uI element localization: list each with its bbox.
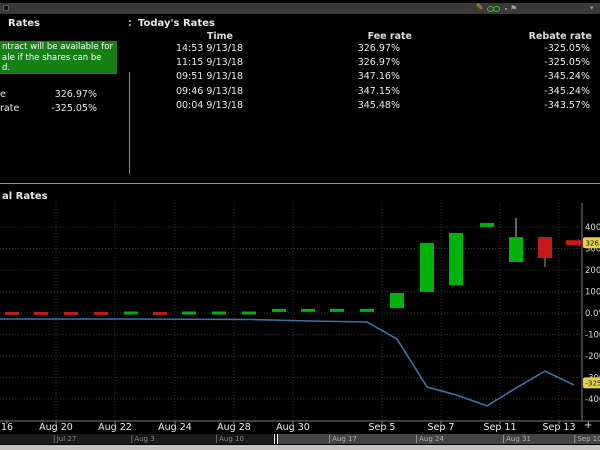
candle-body bbox=[242, 312, 256, 315]
table-cell-time: 09:51 9/13/18 bbox=[123, 71, 243, 82]
navigator-date-label: Jul 27 bbox=[54, 435, 77, 443]
x-axis-label: Aug 24 bbox=[158, 423, 192, 433]
table-cell-time: 11:15 9/13/18 bbox=[123, 57, 243, 68]
y-axis-label: 200.0% bbox=[585, 266, 600, 276]
table-cell-rebate: -345.24% bbox=[470, 71, 590, 82]
chevron-down-icon[interactable]: ▾ bbox=[590, 3, 594, 14]
candle-body bbox=[538, 237, 552, 258]
table-cell-fee: 347.16% bbox=[280, 71, 400, 82]
candle-body bbox=[272, 309, 286, 312]
candle-body bbox=[212, 312, 226, 315]
tws-window: ✎ ⚑ ▾ Rates ntract will be available for… bbox=[0, 0, 600, 450]
navigator-date-label: Aug 24 bbox=[416, 435, 444, 443]
navigator-date-label: Aug 3 bbox=[131, 435, 154, 443]
candle-body bbox=[509, 237, 523, 262]
candle-body bbox=[330, 309, 344, 312]
add-annotation-button[interactable]: + bbox=[584, 421, 592, 431]
table-cell-fee: 326.97% bbox=[280, 57, 400, 68]
x-axis-label: 16 bbox=[1, 423, 13, 433]
y-axis-label: -100.0% bbox=[585, 331, 600, 341]
candle-body bbox=[480, 223, 494, 227]
rebate-rate-value: -325.05% bbox=[0, 103, 97, 114]
historical-rates-chart[interactable]: 400.0%300.0%200.0%100.0%0.0%-100.0%-200.… bbox=[0, 203, 600, 428]
x-axis-label: Sep 11 bbox=[483, 423, 516, 433]
chart-toolbar: ✎ ⚑ ▾ bbox=[0, 3, 600, 14]
x-axis-label: Aug 30 bbox=[276, 423, 310, 433]
x-axis-label: Sep 7 bbox=[428, 423, 455, 433]
rebate-last-value-tag-text: -325.05% bbox=[586, 380, 600, 388]
x-axis-label: Sep 13 bbox=[542, 423, 575, 433]
x-axis-label: Sep 5 bbox=[369, 423, 396, 433]
x-axis-label: Aug 22 bbox=[98, 423, 132, 433]
rates-panel-title: Rates bbox=[8, 18, 40, 29]
y-axis-label: -200.0% bbox=[585, 352, 600, 362]
table-cell-fee: 347.15% bbox=[280, 86, 400, 97]
table-cell-time: 09:46 9/13/18 bbox=[123, 86, 243, 97]
table-cell-time: 14:53 9/13/18 bbox=[123, 43, 243, 54]
table-cell-fee: 326.97% bbox=[280, 43, 400, 54]
y-axis-label: 100.0% bbox=[585, 288, 600, 298]
table-cell-rebate: -343.57% bbox=[470, 100, 590, 111]
table-cell-rebate: -325.05% bbox=[470, 57, 590, 68]
fee-rate-value: 326.97% bbox=[0, 89, 97, 100]
short-sale-notice: ntract will be available for ale if the … bbox=[0, 41, 117, 74]
candle-body bbox=[420, 243, 434, 292]
notice-line: ale if the shares can be bbox=[2, 53, 117, 64]
edit-pencil-icon[interactable]: ✎ bbox=[476, 3, 484, 14]
y-axis-label: 400.0% bbox=[585, 223, 600, 233]
timeline-navigator[interactable]: Jul 27 Aug 3 Aug 10 Aug 17 Aug 24 Aug 31 Sep 1… bbox=[0, 434, 600, 444]
navigator-date-label: Aug 10 bbox=[216, 435, 244, 443]
rebate-rate-line bbox=[0, 319, 574, 406]
section-divider bbox=[0, 183, 600, 184]
table-cell-time: 00:04 9/13/18 bbox=[123, 100, 243, 111]
candle-body bbox=[94, 312, 108, 315]
panel-handle-icon[interactable] bbox=[3, 5, 9, 11]
window-edge-below bbox=[0, 445, 600, 450]
link-group-icon[interactable] bbox=[487, 6, 501, 12]
candle-body bbox=[301, 309, 315, 312]
fee-last-value-tag-text: 326.97% bbox=[586, 239, 600, 247]
candle-body bbox=[5, 312, 19, 315]
candle-body bbox=[153, 312, 167, 315]
candle-body bbox=[182, 312, 196, 315]
separator-dot-icon bbox=[505, 8, 507, 10]
todays-rates-title: Today's Rates bbox=[138, 18, 215, 29]
column-header-time: Time bbox=[113, 31, 233, 42]
table-cell-fee: 345.48% bbox=[280, 100, 400, 111]
table-cell-rebate: -325.05% bbox=[470, 43, 590, 54]
x-axis-label: Aug 20 bbox=[39, 423, 73, 433]
navigator-date-label: Aug 17 bbox=[329, 435, 357, 443]
candle-body bbox=[64, 312, 78, 315]
pin-icon[interactable]: ⚑ bbox=[510, 3, 517, 14]
candle-body bbox=[124, 312, 138, 315]
current-bar-marker bbox=[566, 240, 578, 245]
historical-rates-title: al Rates bbox=[2, 191, 48, 202]
candle-body bbox=[390, 293, 404, 308]
column-header-rebate: Rebate rate bbox=[472, 31, 592, 42]
navigator-date-label: Sep 10 bbox=[574, 435, 600, 443]
navigator-date-label: Aug 31 bbox=[503, 435, 531, 443]
navigator-range-handle[interactable] bbox=[274, 434, 278, 444]
y-axis-label: 0.0% bbox=[585, 309, 600, 319]
candle-body bbox=[360, 309, 374, 312]
candle-body bbox=[34, 312, 48, 315]
table-cell-rebate: -345.24% bbox=[470, 86, 590, 97]
candle-body bbox=[449, 233, 463, 285]
notice-line: d. bbox=[2, 63, 117, 74]
panel-drag-handle-icon[interactable] bbox=[129, 20, 132, 29]
column-header-fee: Fee rate bbox=[292, 31, 412, 42]
x-axis-label: Aug 28 bbox=[217, 423, 251, 433]
notice-line: ntract will be available for bbox=[2, 42, 117, 53]
y-axis-label: -400.0% bbox=[585, 395, 600, 405]
